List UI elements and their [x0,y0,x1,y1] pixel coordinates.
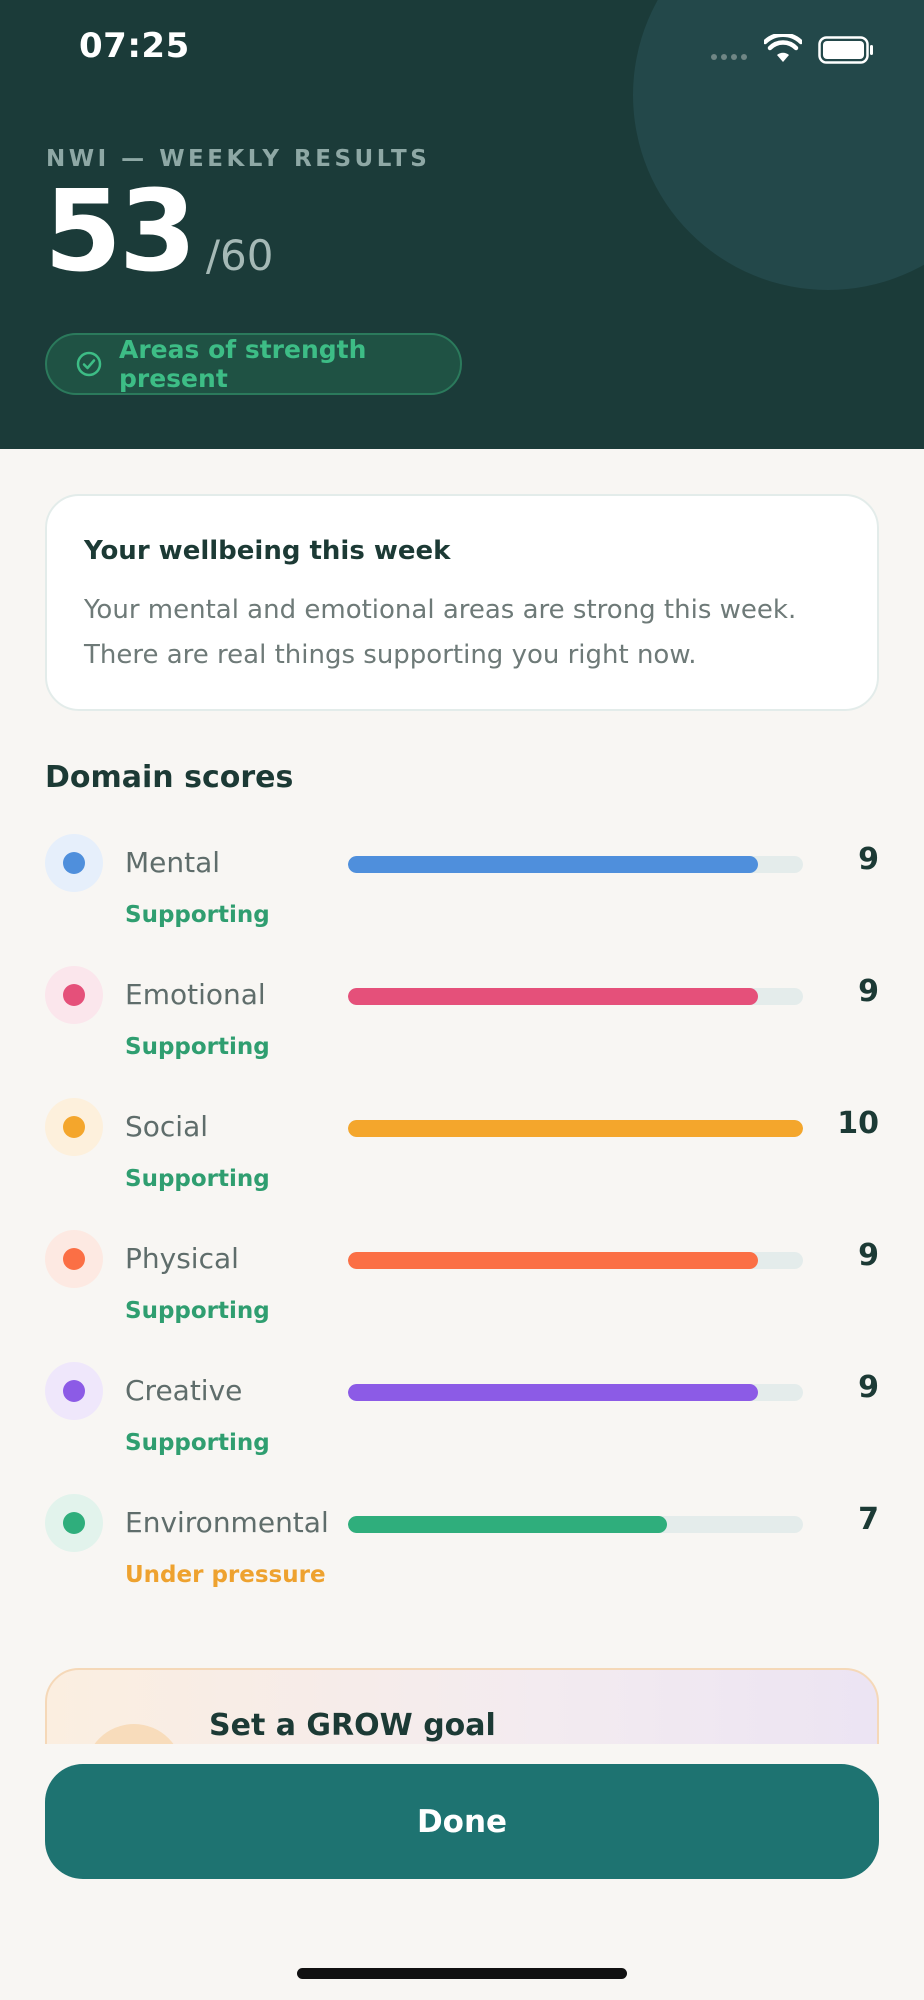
domain-bar-fill [348,1384,758,1401]
domain-dot-icon [45,1362,103,1420]
domain-score: 9 [858,842,879,877]
domain-status: Supporting [125,1298,270,1324]
domain-bar-track [348,1516,803,1533]
domain-row-environmental: Environmental Under pressure 7 [45,1494,879,1604]
domain-status: Supporting [125,1430,270,1456]
domain-dot-icon [45,1494,103,1552]
domain-bar-track [348,1384,803,1401]
domain-row-mental: Mental Supporting 9 [45,834,879,944]
domain-bar-fill [348,856,758,873]
domain-score: 9 [858,1370,879,1405]
domain-status: Supporting [125,902,270,928]
domain-name: Creative [125,1374,243,1407]
summary-body: Your mental and emotional areas are stro… [84,595,797,670]
domain-name: Mental [125,846,221,879]
domain-bar-track [348,1252,803,1269]
domain-scores-title: Domain scores [45,760,294,795]
domain-score: 9 [858,1238,879,1273]
domain-bar-fill [348,1516,667,1533]
domain-dot-icon [45,1098,103,1156]
domain-bar-track [348,856,803,873]
domain-name: Physical [125,1242,239,1275]
done-button[interactable]: Done [45,1764,879,1879]
domain-bar-fill [348,988,758,1005]
strength-badge-label: Areas of strength present [119,335,367,393]
domain-name: Environmental [125,1506,329,1539]
domain-bar-fill [348,1252,758,1269]
domain-row-creative: Creative Supporting 9 [45,1362,879,1472]
summary-title: Your wellbeing this week [84,536,451,566]
strength-badge: Areas of strength present [45,333,462,395]
domain-dot-icon [45,966,103,1024]
domain-score: 10 [837,1106,879,1141]
domain-score: 7 [858,1502,879,1537]
domain-row-social: Social Supporting 10 [45,1098,879,1208]
domain-bar-fill [348,1120,803,1137]
score-display: 53 /60 [44,176,273,288]
total-score: 53 [44,167,197,297]
wifi-icon [764,34,802,62]
domain-status: Supporting [125,1034,270,1060]
score-max: /60 [205,231,274,280]
status-time: 07:25 [79,26,190,66]
domain-bar-track [348,1120,803,1137]
check-circle-icon [76,351,102,377]
signal-icon [711,54,747,60]
home-indicator [297,1968,627,1979]
domain-score: 9 [858,974,879,1009]
battery-icon [818,36,873,64]
domain-dot-icon [45,1230,103,1288]
results-header: 07:25 NWI — WEEKLY RESULTS 53 /60 Areas … [0,0,924,449]
domain-name: Social [125,1110,209,1143]
domain-status: Supporting [125,1166,270,1192]
domain-row-physical: Physical Supporting 9 [45,1230,879,1340]
grow-goal-title: Set a GROW goal [209,1708,496,1743]
domain-name: Emotional [125,978,266,1011]
domain-status: Under pressure [125,1562,326,1588]
domain-row-emotional: Emotional Supporting 9 [45,966,879,1076]
wellbeing-summary-card: Your wellbeing this week Your mental and… [45,494,879,711]
domain-bar-track [348,988,803,1005]
domain-dot-icon [45,834,103,892]
